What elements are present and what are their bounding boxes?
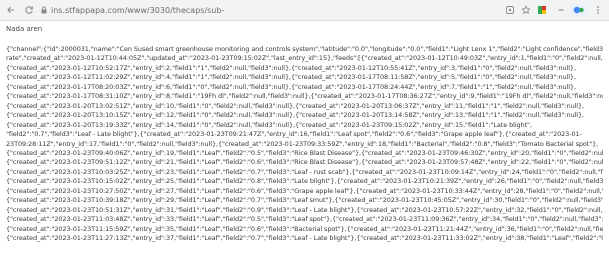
more-vert-icon[interactable] xyxy=(592,5,603,16)
profile-icon[interactable] xyxy=(571,4,587,16)
minus-icon[interactable] xyxy=(555,5,566,16)
json-text-line: {"created_at":"2023-01-23T10:39:18Z","en… xyxy=(6,196,603,205)
json-text-line: {"created_at":"2023-01-17T08:20:03Z","en… xyxy=(6,82,576,91)
json-text-line: {"created_at":"2023-01-20T13:10:15Z","en… xyxy=(6,111,584,120)
json-text-line: {"created_at":"2023-01-23T09:40:06Z","en… xyxy=(6,148,603,157)
reload-icon[interactable] xyxy=(22,3,36,17)
json-text-line: 23T09:28:11Z","entry_id":17,"field1":"0"… xyxy=(6,139,599,148)
toolbar-actions xyxy=(504,4,603,16)
json-text-line: rate","created_at":"2023-01-12T10:44:05Z… xyxy=(6,54,603,63)
json-text-line: {"created_at":"2023-01-23T09:51:12Z","en… xyxy=(6,158,603,167)
address-bar[interactable]: ins.stfappapa.com/www/3030/thecaps/sub- xyxy=(40,3,480,18)
json-text-line: {"channel":{"id":2000031,"name":"Cen Sus… xyxy=(6,45,603,53)
address-url[interactable]: ins.stfappapa.com/www/3030/thecaps/sub- xyxy=(51,6,224,15)
bookmark-item[interactable]: Nada aren xyxy=(6,25,42,33)
json-text-line: {"created_at":"2023-01-23T10:51:31Z","en… xyxy=(6,205,603,214)
json-text-line: {"created_at":"2023-01-12T11:02:29Z","en… xyxy=(6,73,576,82)
bookmark-star-icon[interactable] xyxy=(520,5,531,16)
bookmarks-bar: Nada aren xyxy=(0,21,609,36)
json-text-line: "field2":"0.7","field3":"Leaf - Late bli… xyxy=(6,130,582,139)
json-response-body: {"channel":{"id":2000031,"name":"Cen Sus… xyxy=(6,45,603,275)
json-text-line: {"created_at":"2023-01-20T13:02:51Z","en… xyxy=(6,101,584,110)
extensions-icon[interactable] xyxy=(536,4,550,16)
json-text-line: {"created_at":"2023-01-23T10:03:25Z","en… xyxy=(6,167,603,176)
json-text-line: {"created_at":"2023-01-23T10:27:50Z","en… xyxy=(6,186,603,195)
browser-toolbar: ins.stfappapa.com/www/3030/thecaps/sub- xyxy=(0,0,609,21)
arrow-left-icon[interactable] xyxy=(4,3,18,17)
json-text-line: {"created_at":"2023-01-23T11:03:48Z","en… xyxy=(6,215,603,224)
json-text-line: {"created_at":"2023-01-12T10:52:17Z","en… xyxy=(6,63,576,72)
lock-icon[interactable] xyxy=(40,6,48,14)
json-text-line: {"created_at":"2023-01-23T10:15:02Z","en… xyxy=(6,177,603,186)
json-text-line: {"created_at":"2023-01-23T11:27:13Z","en… xyxy=(6,234,603,243)
json-text-line: {"created_at":"2023-01-20T13:19:33Z","en… xyxy=(6,120,532,129)
json-text-line: {"created_at":"2023-01-17T08:31:10Z","en… xyxy=(6,92,603,101)
browser-window: ins.stfappapa.com/www/3030/thecaps/sub- xyxy=(0,0,609,277)
share-icon[interactable] xyxy=(504,5,515,16)
json-text-line: {"created_at":"2023-01-23T11:15:59Z","en… xyxy=(6,224,603,233)
